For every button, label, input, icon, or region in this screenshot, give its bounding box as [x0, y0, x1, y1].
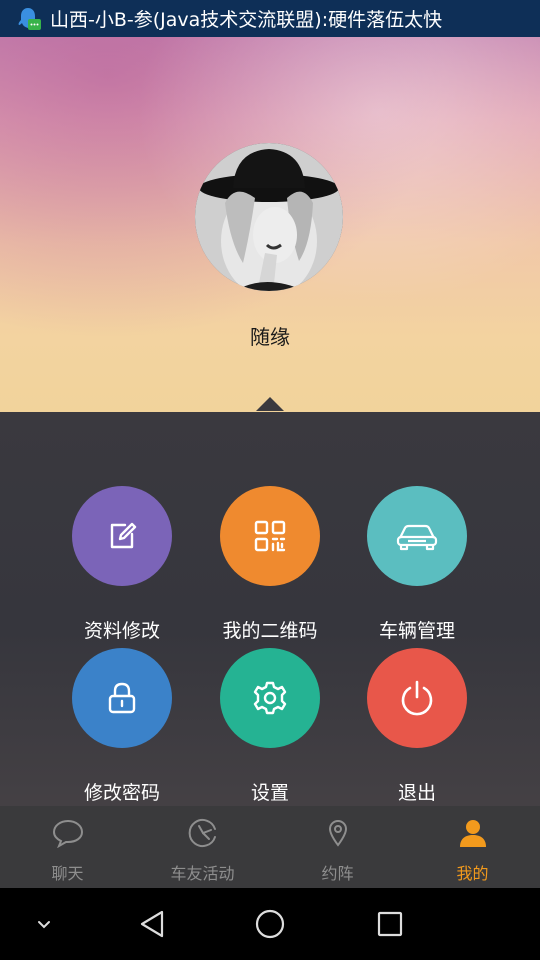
tab-label: 车友活动: [170, 864, 235, 883]
lock-icon[interactable]: [72, 648, 172, 748]
qr-code-icon[interactable]: [220, 486, 320, 586]
car-icon[interactable]: [367, 486, 467, 586]
menu-item-logout[interactable]: 退出: [343, 648, 491, 805]
tab-me[interactable]: 我的: [405, 806, 540, 888]
username: 随缘: [250, 325, 290, 349]
chat-bubble-icon: [51, 816, 85, 850]
menu-item-settings[interactable]: 设置: [196, 648, 344, 805]
home-icon[interactable]: [252, 906, 288, 942]
menu-label: 车辆管理: [378, 620, 455, 642]
tab-activities[interactable]: 车友活动: [135, 806, 270, 888]
recents-icon[interactable]: [372, 906, 408, 942]
menu-label: 退出: [397, 782, 436, 804]
tab-label: 我的: [456, 864, 489, 883]
profile-header: 随缘: [0, 37, 540, 412]
pointer-triangle: [256, 397, 284, 411]
avatar[interactable]: [195, 143, 343, 291]
bottom-tab-bar: 聊天 车友活动 约阵 我的: [0, 806, 540, 888]
person-icon: [456, 816, 490, 850]
tab-label: 聊天: [51, 864, 84, 883]
back-icon[interactable]: [134, 906, 170, 942]
menu-grid: 资料修改 我的二维码 车辆管理 修改密码 设置 退出: [0, 412, 540, 806]
tab-meetup[interactable]: 约阵: [270, 806, 405, 888]
edit-icon[interactable]: [72, 486, 172, 586]
menu-item-vehicle-management[interactable]: 车辆管理: [343, 486, 491, 643]
power-icon[interactable]: [367, 648, 467, 748]
menu-label: 修改密码: [83, 782, 160, 804]
qq-notification-icon: [14, 5, 42, 33]
status-bar: 山西-小B-参(Java技术交流联盟):硬件落伍太快: [0, 0, 540, 37]
menu-label: 我的二维码: [222, 620, 318, 642]
notification-text: 山西-小B-参(Java技术交流联盟):硬件落伍太快: [50, 9, 443, 31]
system-nav-bar: [0, 888, 540, 960]
gear-icon[interactable]: [220, 648, 320, 748]
menu-item-edit-profile[interactable]: 资料修改: [48, 486, 196, 643]
menu-item-change-password[interactable]: 修改密码: [48, 648, 196, 805]
collapse-icon[interactable]: [32, 912, 56, 936]
location-pin-icon: [321, 816, 355, 850]
activity-icon: [186, 816, 220, 850]
menu-label: 资料修改: [83, 620, 160, 642]
menu-label: 设置: [250, 782, 289, 804]
menu-item-qr-code[interactable]: 我的二维码: [196, 486, 344, 643]
tab-chat[interactable]: 聊天: [0, 806, 135, 888]
tab-label: 约阵: [321, 864, 354, 883]
